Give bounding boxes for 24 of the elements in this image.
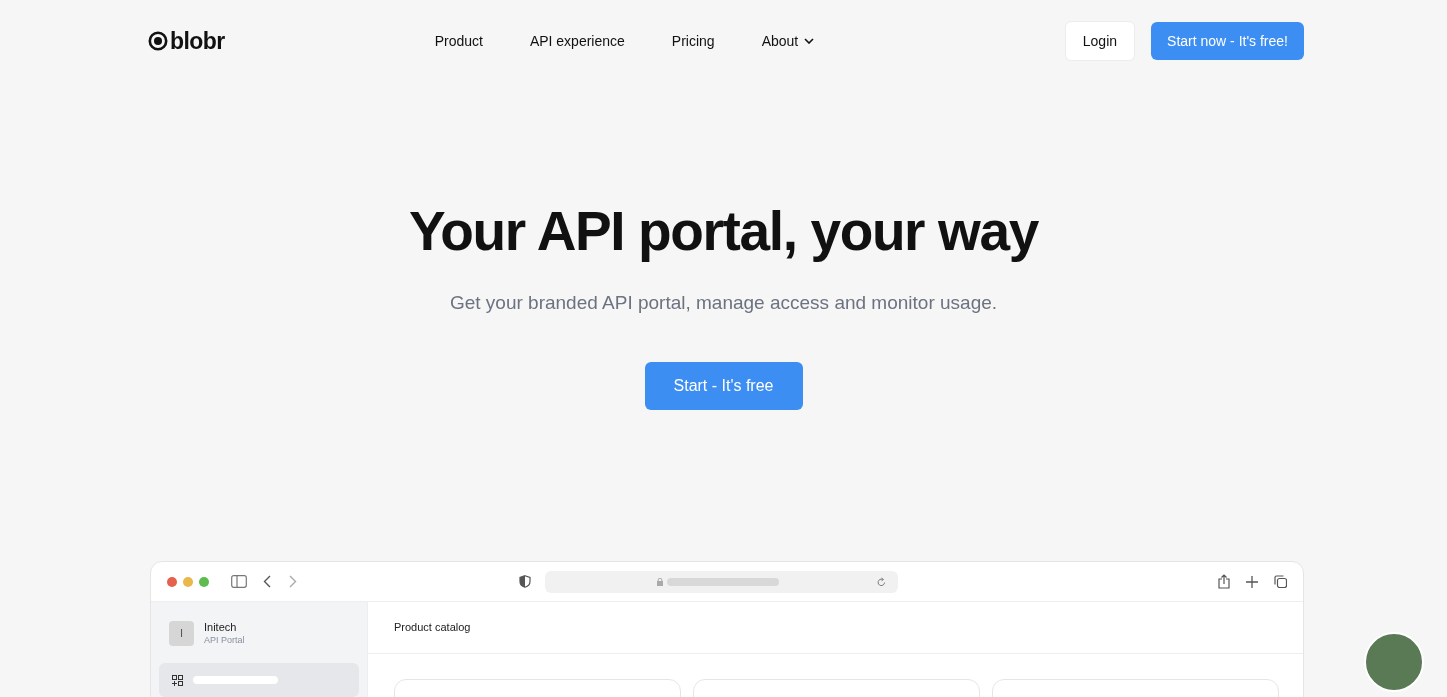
sidebar-toggle-icon[interactable] (231, 575, 247, 588)
lock-icon (657, 577, 663, 586)
page-title: Product catalog (394, 620, 471, 636)
shield-icon[interactable] (519, 575, 531, 588)
chevron-down-icon (804, 38, 815, 44)
window-controls-icon[interactable] (167, 576, 209, 587)
plus-icon[interactable] (1246, 575, 1258, 588)
logo-text[interactable]: blobr (170, 23, 225, 59)
back-icon[interactable] (263, 575, 271, 588)
about-menu[interactable]: About (761, 30, 815, 52)
login-button[interactable]: Login (1064, 21, 1136, 61)
org-name: Initech (204, 621, 238, 635)
tabs-icon[interactable] (1274, 575, 1287, 588)
org-subtitle: API Portal (204, 634, 245, 646)
nav-link[interactable]: Pricing (671, 30, 715, 52)
forward-icon[interactable] (289, 575, 297, 588)
reload-icon[interactable] (877, 576, 886, 587)
share-icon[interactable] (1218, 574, 1230, 589)
nav-link[interactable]: Product (434, 30, 483, 52)
logo-icon (148, 31, 168, 51)
grid-icon (172, 674, 183, 686)
org-avatar: I (169, 621, 194, 646)
hero-subtitle: Get your branded API portal, manage access and monitor usage. (449, 291, 998, 315)
nav-link[interactable]: API experience (529, 30, 625, 52)
